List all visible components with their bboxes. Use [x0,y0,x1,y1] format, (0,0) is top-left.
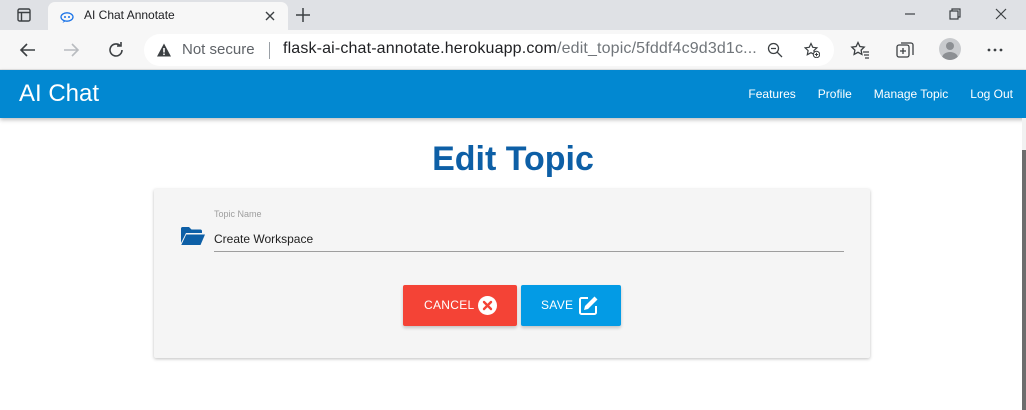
save-button-label: SAVE [541,298,574,312]
nav-link-profile[interactable]: Profile [818,87,852,101]
nav-link-log-out[interactable]: Log Out [970,87,1013,101]
cancel-button-label: CANCEL [424,298,475,312]
cancel-button[interactable]: CANCEL [403,285,517,326]
folder-open-icon [180,226,206,246]
topic-name-input[interactable] [214,226,844,252]
brand-logo[interactable]: AI Chat [19,80,99,108]
add-favorite-icon[interactable] [803,42,821,59]
browser-toolbar: Not secure flask-ai-chat-annotate.heroku… [0,30,1026,70]
url-path: /edit_topic/5fddf4c9d3d1c... [557,40,757,57]
restore-icon[interactable] [947,6,963,22]
minimize-icon[interactable] [902,6,918,22]
app-navbar: AI Chat Features Profile Manage Topic Lo… [0,70,1026,118]
page-scrollbar-thumb[interactable] [1022,150,1026,410]
new-tab-icon[interactable] [294,6,312,24]
edit-topic-card: Topic Name CANCEL SAVE [154,189,870,358]
back-icon[interactable] [18,40,38,60]
save-button[interactable]: SAVE [521,285,621,326]
forward-icon[interactable] [61,40,81,60]
favorites-icon[interactable] [850,40,870,60]
tab-favicon-icon [60,9,74,23]
nav-link-manage-topic[interactable]: Manage Topic [874,87,949,101]
url-text[interactable]: flask-ai-chat-annotate.herokuapp.com/edi… [283,40,757,58]
warning-icon[interactable] [156,42,172,58]
more-options-icon[interactable] [985,40,1005,60]
address-bar[interactable]: Not secure flask-ai-chat-annotate.heroku… [144,34,834,66]
nav-links: Features Profile Manage Topic Log Out [726,87,1013,101]
cancel-circle-icon [477,295,498,316]
tab-close-icon[interactable] [262,8,278,24]
collections-icon[interactable] [895,40,915,60]
browser-titlebar: AI Chat Annotate [0,0,1026,30]
security-label[interactable]: Not secure [182,41,255,58]
tab-actions-icon[interactable] [10,6,38,24]
profile-avatar[interactable] [939,38,961,60]
refresh-icon[interactable] [106,40,126,60]
browser-tab[interactable]: AI Chat Annotate [48,2,288,30]
zoom-out-icon[interactable] [767,42,783,58]
page-title: Edit Topic [432,140,594,178]
nav-link-features[interactable]: Features [748,87,795,101]
address-separator [269,42,270,59]
url-host: flask-ai-chat-annotate.herokuapp.com [283,40,557,57]
tab-title: AI Chat Annotate [84,8,175,22]
edit-square-icon [578,295,599,316]
close-window-icon[interactable] [993,6,1009,22]
topic-name-label: Topic Name [214,209,262,219]
